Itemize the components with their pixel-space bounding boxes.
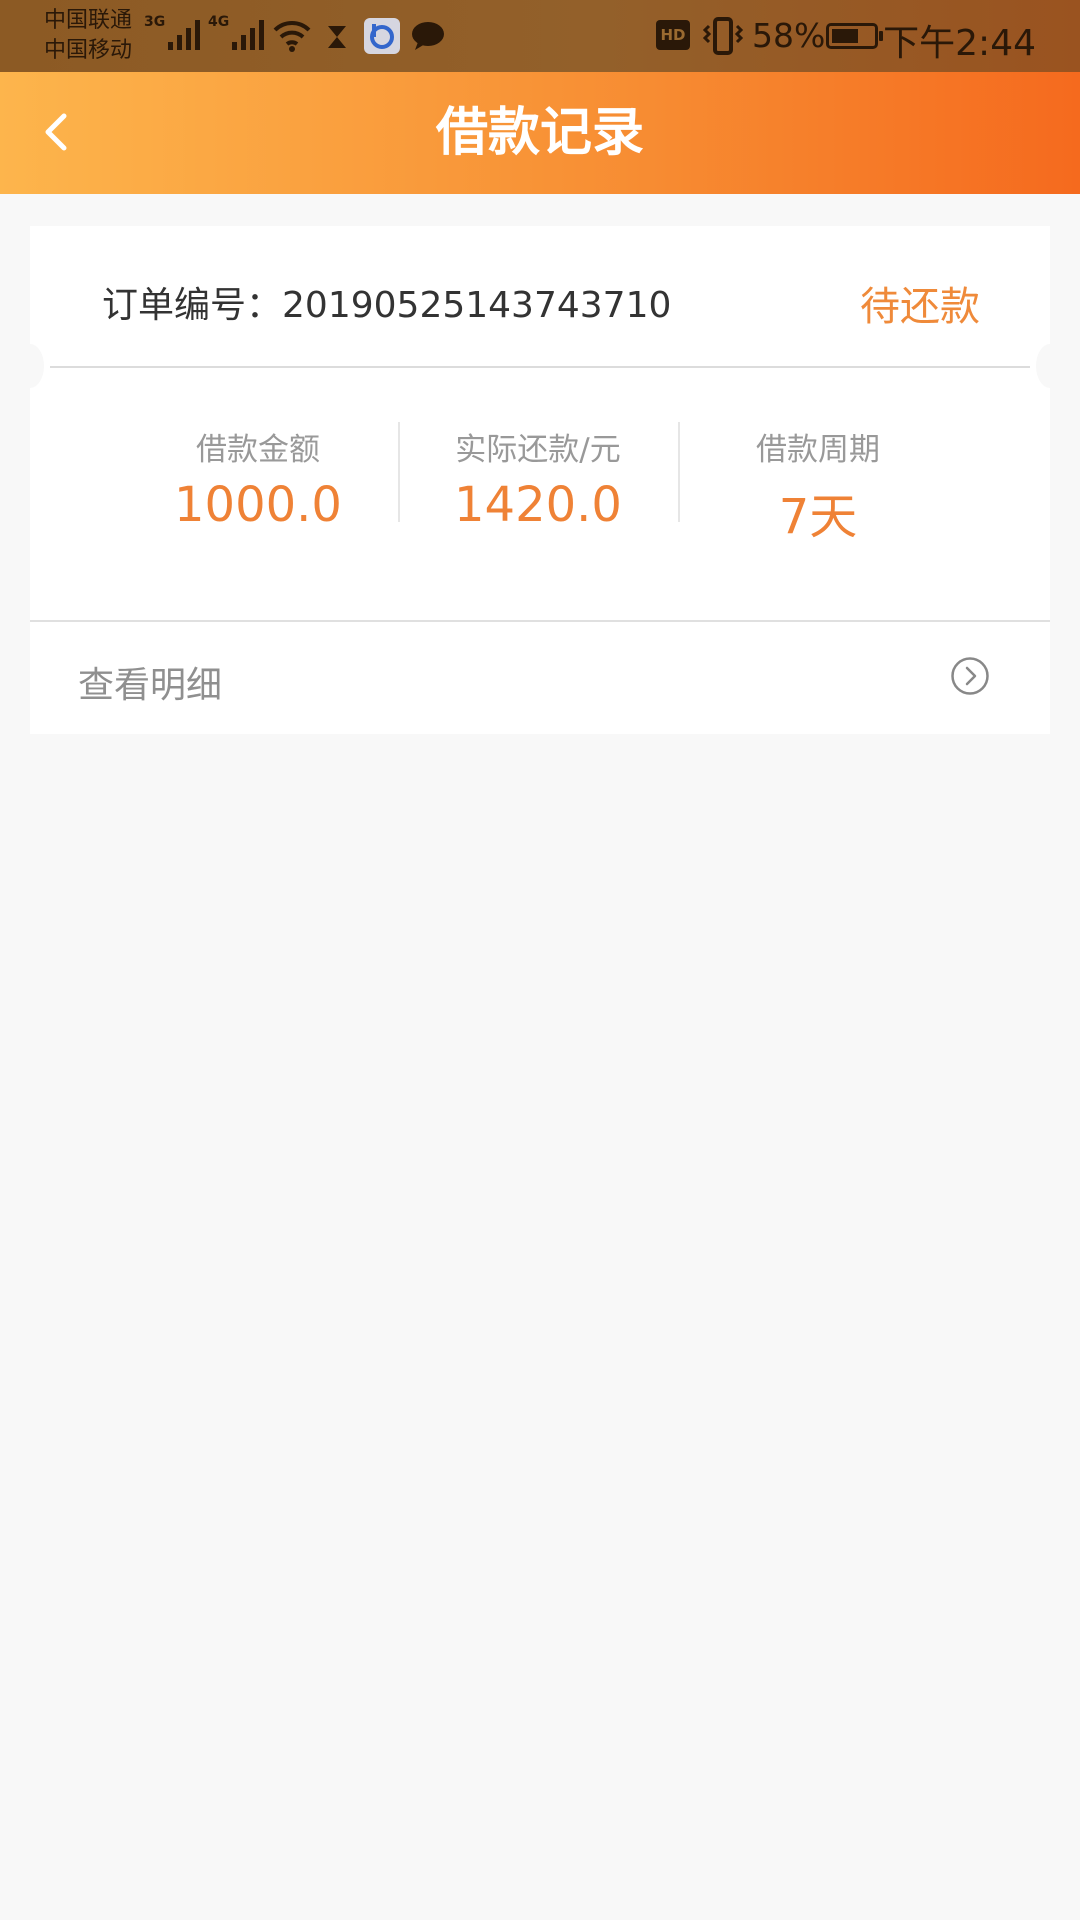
battery-percent: 58%	[752, 16, 826, 55]
stat-loan-amount: 借款金额 1000.0	[118, 368, 398, 533]
stat-loan-period: 借款周期 7天	[678, 368, 958, 547]
hourglass-icon	[328, 26, 346, 48]
view-details-row[interactable]: 查看明细	[30, 622, 1050, 734]
clock: 下午2:44	[883, 23, 1036, 64]
stat-value: 7天	[778, 489, 858, 545]
signal-bars-icon	[168, 14, 201, 50]
carrier-names: 中国联通 中国移动	[44, 6, 132, 66]
wifi-icon	[273, 20, 311, 52]
order-row: 订单编号：20190525143743710 待还款	[30, 226, 1050, 366]
back-button[interactable]	[30, 102, 90, 162]
order-number-value: 20190525143743710	[282, 285, 672, 326]
loan-record-card: 订单编号：20190525143743710 待还款 借款金额 1000.0 实…	[30, 226, 1050, 734]
signal-2-label: 4G	[208, 14, 230, 30]
status-bar: 中国联通 中国移动 3G 4G HD 58% 下午2:44	[0, 0, 1080, 72]
battery-icon	[826, 23, 883, 49]
loan-stats: 借款金额 1000.0 实际还款/元 1420.0 借款周期 7天	[30, 368, 1050, 568]
chevron-left-icon	[45, 113, 67, 151]
stat-label: 借款金额	[196, 432, 320, 468]
app-header: 借款记录	[0, 72, 1080, 194]
carrier-1: 中国联通	[44, 8, 133, 33]
signal-1-label: 3G	[144, 14, 166, 30]
order-number-label: 订单编号：	[102, 285, 283, 326]
stat-label: 实际还款/元	[455, 432, 621, 468]
order-number: 订单编号：20190525143743710	[102, 276, 671, 328]
card-notch-left	[16, 344, 44, 388]
stat-value: 1420.0	[454, 477, 622, 533]
view-details-label: 查看明细	[78, 665, 223, 706]
vibrate-icon	[702, 17, 744, 55]
chevron-right-circle-icon	[951, 657, 989, 695]
card-notch-right	[1036, 344, 1064, 388]
chat-icon	[412, 22, 444, 50]
stat-label: 借款周期	[756, 432, 880, 468]
signal-bars-icon	[232, 14, 265, 50]
carrier-2: 中国移动	[44, 38, 133, 63]
app-notification-icon	[364, 18, 400, 54]
stat-value: 1000.0	[174, 477, 342, 533]
signal-2: 4G	[208, 14, 265, 50]
page-title: 借款记录	[435, 103, 644, 163]
status-badge: 待还款	[860, 284, 980, 330]
hd-badge: HD	[656, 20, 690, 50]
signal-1: 3G	[144, 14, 201, 50]
stat-actual-repayment: 实际还款/元 1420.0	[398, 368, 678, 533]
